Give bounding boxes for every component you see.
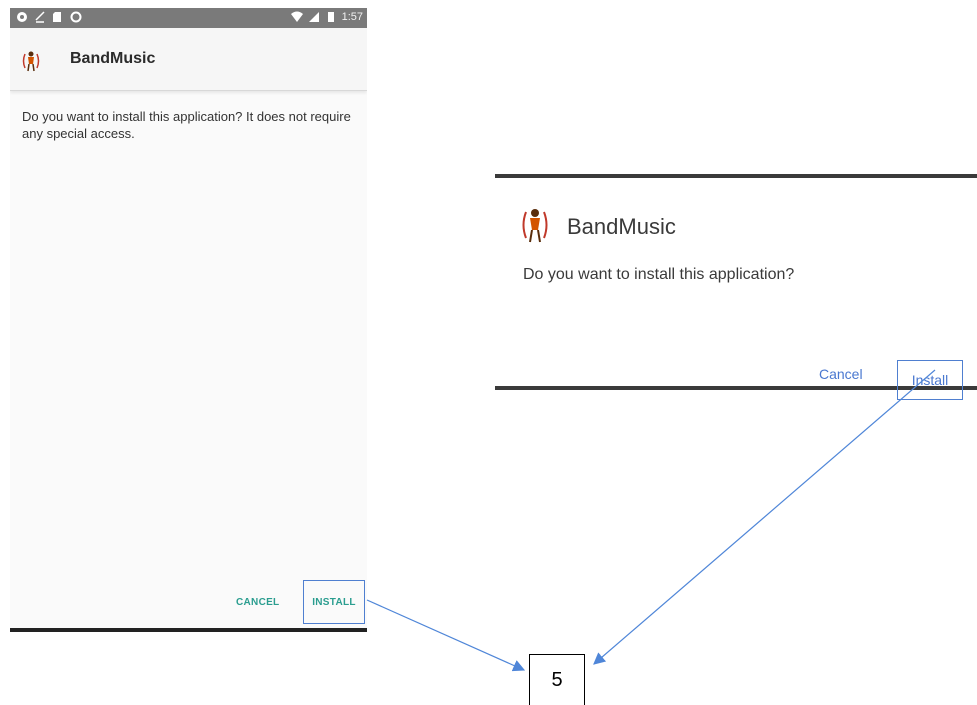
status-time: 1:57 <box>341 11 363 23</box>
dialog-message: Do you want to install this application? <box>523 266 795 283</box>
wifi-icon <box>290 11 303 22</box>
dialog-install-button[interactable]: Install <box>897 360 963 400</box>
location-icon <box>17 12 27 22</box>
dialog-title: BandMusic <box>567 214 676 239</box>
bandmusic-app-icon <box>22 51 40 72</box>
install-message: Do you want to install this application?… <box>22 109 351 141</box>
cancel-button[interactable]: CANCEL <box>236 597 279 608</box>
sync-icon <box>70 11 82 23</box>
phone-install-screen: 1:57 BandMusic Do you want to install th… <box>10 8 367 632</box>
bandmusic-app-icon <box>522 209 548 243</box>
dialog-cancel-button[interactable]: Cancel <box>819 366 863 382</box>
install-button[interactable]: INSTALL <box>303 580 365 624</box>
screen-bottom-edge <box>10 628 367 632</box>
battery-icon <box>327 12 334 22</box>
dialog-actions: CANCEL INSTALL <box>10 580 367 628</box>
arrow-from-dialog-install-button <box>593 369 936 665</box>
app-title: BandMusic <box>70 50 156 67</box>
status-bar: 1:57 <box>10 8 367 28</box>
sd-card-icon <box>53 12 61 22</box>
arrow-from-install-button <box>366 599 526 672</box>
cell-signal-icon <box>308 12 319 22</box>
step-number-box: 5 <box>529 654 585 705</box>
app-bar: BandMusic <box>10 28 367 91</box>
install-dialog: BandMusic Do you want to install this ap… <box>495 174 977 400</box>
download-icon <box>35 11 45 23</box>
